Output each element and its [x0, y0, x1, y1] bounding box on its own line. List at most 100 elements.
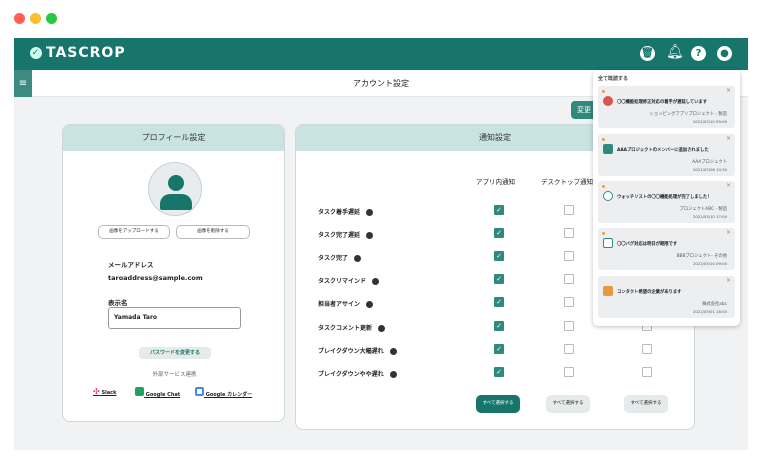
notification-item[interactable]: × ウォッチリストの〇〇機能処理が完了しました！ プロジェクトABC - 製造 …	[598, 181, 735, 223]
app-notification-checkbox[interactable]: ✓	[494, 367, 504, 377]
unread-dot	[602, 90, 605, 93]
external-services-label: 外部サービス連携	[152, 372, 197, 378]
app: ✓ TASCROP 🗑 🔔︎ ? ● アカウント設定 ≡ 変更 プロフィール設定 …	[14, 38, 748, 450]
help-tooltip-icon[interactable]	[389, 348, 397, 355]
google-calendar-icon	[195, 387, 204, 396]
close-window-button[interactable]	[14, 13, 25, 24]
close-icon[interactable]: ×	[726, 135, 731, 142]
other-notification-checkbox[interactable]	[642, 344, 652, 354]
minimize-window-button[interactable]	[30, 13, 41, 24]
notification-row-label: タスク着手遅延	[318, 207, 374, 216]
app-notification-checkbox[interactable]: ✓	[494, 228, 504, 238]
notification-date: 2021/03/06 10:30	[692, 167, 727, 172]
email-value: taroaddress@sample.com	[108, 274, 203, 282]
delete-image-button[interactable]: 画像を削除する	[176, 225, 250, 239]
help-icon[interactable]: ?	[691, 46, 706, 61]
help-tooltip-icon[interactable]	[366, 209, 374, 216]
display-name-input[interactable]: Yamada Taro	[108, 307, 241, 329]
google-chat-link[interactable]: Google Chat	[135, 387, 180, 398]
app-notification-checkbox[interactable]: ✓	[494, 344, 504, 354]
notification-item[interactable]: × コンタクト希望の企業があります 株式会社abc 2022/03/01 18:…	[598, 276, 735, 318]
close-icon[interactable]: ×	[726, 182, 731, 189]
help-tooltip-icon[interactable]	[366, 232, 374, 239]
notification-message: 〇〇機能処理修正対応の着手が遅延しています	[617, 100, 708, 105]
notification-row-label: タスクリマインド	[318, 276, 380, 285]
calendar-clock-icon	[603, 238, 613, 248]
unread-dot	[602, 185, 605, 188]
close-icon[interactable]: ×	[726, 277, 731, 284]
notification-row-label: 担当者アサイン	[318, 299, 374, 308]
display-name-label: 表示名	[108, 299, 128, 307]
notification-message: コンタクト希望の企業があります	[617, 290, 682, 295]
select-all-app-button[interactable]: すべて選択する	[476, 395, 520, 413]
desktop-notification-checkbox[interactable]	[564, 228, 574, 238]
trash-icon[interactable]: 🗑	[640, 46, 655, 61]
app-notification-checkbox[interactable]: ✓	[494, 297, 504, 307]
notification-date: 2022/03/10 09:00	[692, 119, 727, 124]
upload-image-button[interactable]: 画像をアップロードする	[98, 225, 170, 239]
help-tooltip-icon[interactable]	[366, 301, 374, 308]
notification-row-label: タスクコメント更新	[318, 323, 386, 332]
slack-icon: ✣	[93, 387, 100, 396]
notification-row-label: タスク完了	[318, 253, 362, 262]
notification-message: ウォッチリストの〇〇機能処理が完了しました！	[617, 195, 712, 200]
desktop-notification-checkbox[interactable]	[564, 251, 574, 261]
close-icon[interactable]: ×	[726, 229, 731, 236]
desktop-notification-checkbox[interactable]	[564, 274, 574, 284]
notification-date: 2022/03/10 17:00	[692, 214, 727, 219]
other-notification-checkbox[interactable]	[642, 367, 652, 377]
notification-project: ショッピングアプリプロジェクト - 製造	[649, 112, 727, 117]
change-password-button[interactable]: パスワードを変更する	[139, 347, 211, 359]
notification-message: AAAプロジェクトのメンバーに追加されました	[617, 148, 709, 153]
mark-all-read-link[interactable]: 全て既読する	[598, 75, 628, 82]
email-label: メールアドレス	[108, 261, 154, 269]
profile-title: プロフィール設定	[63, 125, 284, 151]
notification-date: 2022/03/10 09:00	[692, 261, 727, 266]
unread-dot	[602, 138, 605, 141]
desktop-notification-checkbox[interactable]	[564, 297, 574, 307]
column-header-desktop: デスクトップ通知	[541, 178, 593, 186]
notification-item[interactable]: × AAAプロジェクトのメンバーに追加されました AAAプロジェクト 2021/…	[598, 134, 735, 176]
select-all-other-button[interactable]: すべて選択する	[624, 395, 668, 413]
desktop-notification-checkbox[interactable]	[564, 367, 574, 377]
notification-project: AAAプロジェクト	[692, 160, 727, 165]
close-icon[interactable]: ×	[726, 87, 731, 94]
notification-message: 〇〇バグ対応は明日が期限です	[617, 242, 678, 247]
desktop-notification-checkbox[interactable]	[564, 344, 574, 354]
desktop-notification-checkbox[interactable]	[564, 205, 574, 215]
notification-item[interactable]: × 〇〇機能処理修正対応の着手が遅延しています ショッピングアプリプロジェクト …	[598, 86, 735, 128]
app-notification-checkbox[interactable]: ✓	[494, 274, 504, 284]
user-icon[interactable]: ●	[717, 46, 732, 61]
column-header-app: アプリ内通知	[476, 178, 515, 186]
help-tooltip-icon[interactable]	[389, 371, 397, 378]
menu-icon[interactable]: ≡	[14, 70, 32, 97]
notification-item[interactable]: × 〇〇バグ対応は明日が期限です BBBプロジェクト- その他 2022/03/…	[598, 228, 735, 270]
notification-row-label: ブレイクダウンやや遅れ	[318, 369, 397, 378]
notification-row-label: タスク完了遅延	[318, 230, 374, 239]
app-notification-checkbox[interactable]: ✓	[494, 321, 504, 331]
notification-project: 株式会社abc	[702, 302, 727, 307]
help-tooltip-icon[interactable]	[354, 255, 362, 262]
profile-card: プロフィール設定 画像をアップロードする 画像を削除する メールアドレス tar…	[62, 124, 285, 422]
check-circle-icon	[603, 191, 613, 201]
maximize-window-button[interactable]	[46, 13, 57, 24]
google-calendar-link[interactable]: Google カレンダー	[195, 387, 252, 398]
unread-dot	[602, 232, 605, 235]
select-all-desktop-button[interactable]: すべて選択する	[546, 395, 590, 413]
bell-icon[interactable]: 🔔︎	[666, 44, 684, 60]
logo[interactable]: ✓ TASCROP	[30, 45, 126, 61]
slack-link[interactable]: ✣ Slack	[93, 387, 116, 396]
app-notification-checkbox[interactable]: ✓	[494, 251, 504, 261]
logo-check-icon: ✓	[30, 47, 42, 59]
help-tooltip-icon[interactable]	[372, 278, 380, 285]
google-chat-icon	[135, 387, 144, 396]
notification-popup: 全て既読する × 〇〇機能処理修正対応の着手が遅延しています ショッピングアプリ…	[593, 70, 740, 326]
notification-project: プロジェクトABC - 製造	[679, 207, 727, 212]
app-notification-checkbox[interactable]: ✓	[494, 205, 504, 215]
avatar[interactable]	[148, 162, 202, 216]
desktop-notification-checkbox[interactable]	[564, 321, 574, 331]
list-icon	[603, 144, 613, 154]
building-icon	[603, 286, 613, 296]
help-tooltip-icon[interactable]	[378, 325, 386, 332]
notification-row-label: ブレイクダウン大幅遅れ	[318, 346, 397, 355]
